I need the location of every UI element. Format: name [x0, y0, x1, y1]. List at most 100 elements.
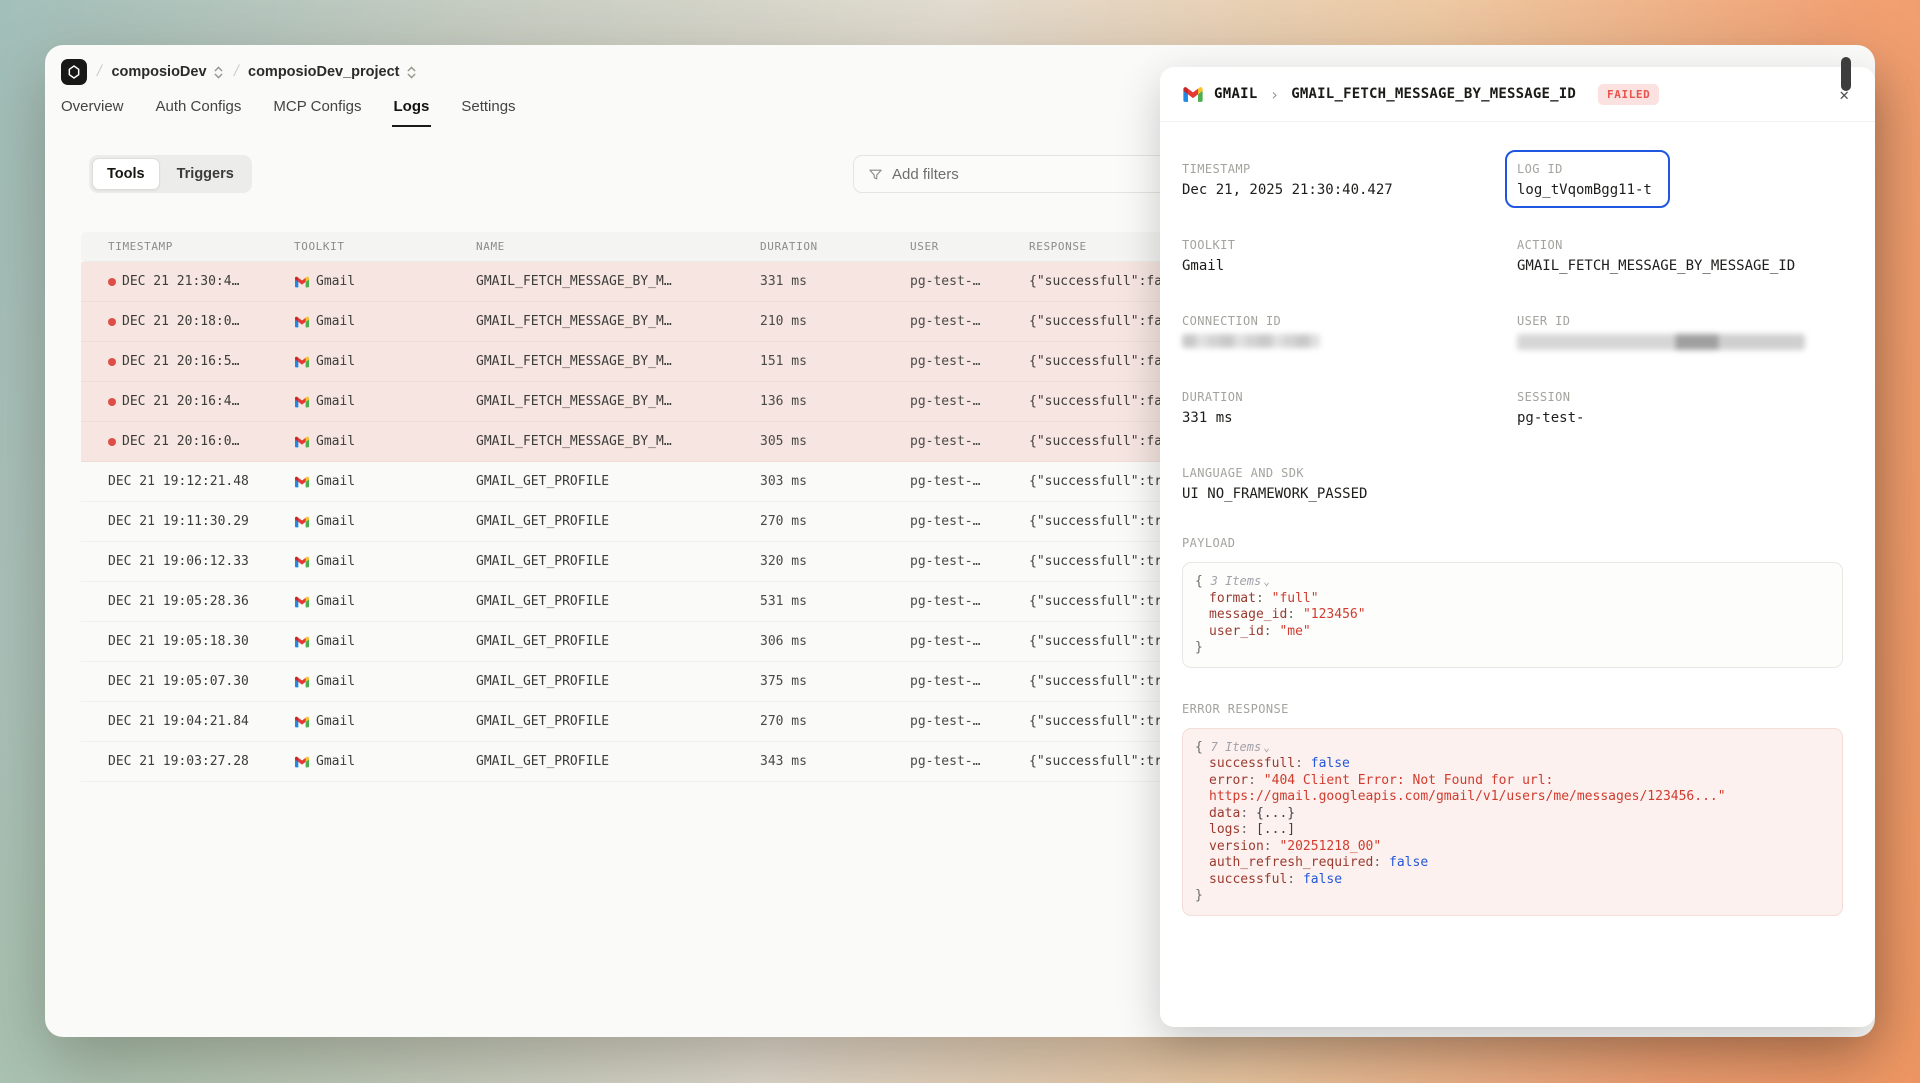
cell-timestamp: DEC 21 20:18:0…	[108, 314, 294, 329]
cell-toolkit: Gmail	[294, 714, 476, 729]
cell-name: GMAIL_GET_PROFILE	[476, 714, 760, 729]
composio-logo[interactable]	[61, 59, 87, 85]
field-value: UI NO_FRAMEWORK_PASSED	[1182, 486, 1843, 502]
cell-duration: 305 ms	[760, 434, 910, 449]
error-response-json-viewer: { 7 Items⌄successfull: falseerror: "404 …	[1182, 728, 1843, 916]
log-id-wrap: LOG ID log_tVqomBgg11-t	[1517, 162, 1652, 198]
field-value: GMAIL_FETCH_MESSAGE_BY_MESSAGE_ID	[1517, 258, 1843, 274]
gmail-icon	[294, 476, 310, 488]
tab-auth-configs[interactable]: Auth Configs	[154, 98, 244, 127]
panel-body: TIMESTAMP Dec 21, 2025 21:30:40.427 LOG …	[1160, 122, 1875, 936]
cell-user: pg-test-…	[910, 714, 1029, 729]
tab-settings[interactable]: Settings	[459, 98, 517, 127]
cell-name: GMAIL_GET_PROFILE	[476, 674, 760, 689]
cell-user: pg-test-…	[910, 554, 1029, 569]
cell-toolkit: Gmail	[294, 554, 476, 569]
column-header-user: USER	[910, 240, 1029, 253]
error-response-label: ERROR RESPONSE	[1182, 702, 1843, 716]
field-value: 331 ms	[1182, 410, 1517, 426]
cell-duration: 306 ms	[760, 634, 910, 649]
field-label: SESSION	[1517, 390, 1843, 404]
tab-logs[interactable]: Logs	[392, 98, 432, 127]
cell-name: GMAIL_GET_PROFILE	[476, 474, 760, 489]
log-detail-fields: TIMESTAMP Dec 21, 2025 21:30:40.427 LOG …	[1182, 122, 1843, 502]
collapse-icon[interactable]: ⌄	[1263, 741, 1270, 754]
cell-duration: 343 ms	[760, 754, 910, 769]
json-entry: version: "20251218_00"	[1195, 839, 1830, 856]
gmail-icon	[1182, 86, 1204, 103]
cell-duration: 375 ms	[760, 674, 910, 689]
log-id-highlight-ring	[1505, 150, 1670, 208]
cell-user: pg-test-…	[910, 274, 1029, 289]
breadcrumb-project[interactable]: composioDev_project	[248, 64, 417, 80]
payload-json-viewer: { 3 Items⌄format: "full"message_id: "123…	[1182, 562, 1843, 668]
error-dot-icon	[108, 318, 116, 326]
cell-duration: 270 ms	[760, 714, 910, 729]
field-connection-id: CONNECTION ID	[1182, 314, 1517, 350]
field-language-sdk: LANGUAGE AND SDK UI NO_FRAMEWORK_PASSED	[1182, 466, 1843, 502]
org-switcher-icon[interactable]	[213, 65, 224, 80]
gmail-icon	[294, 516, 310, 528]
project-switcher-icon[interactable]	[406, 65, 417, 80]
gmail-icon	[294, 676, 310, 688]
cell-user: pg-test-…	[910, 754, 1029, 769]
toggle-tools[interactable]: Tools	[92, 158, 160, 190]
gmail-icon	[294, 276, 310, 288]
payload-section: PAYLOAD { 3 Items⌄format: "full"message_…	[1182, 536, 1843, 668]
project-name: composioDev_project	[248, 64, 400, 80]
cell-duration: 303 ms	[760, 474, 910, 489]
field-user-id: USER ID	[1517, 314, 1843, 350]
tab-overview[interactable]: Overview	[59, 98, 126, 127]
gmail-icon	[294, 596, 310, 608]
cell-toolkit: Gmail	[294, 634, 476, 649]
field-action: ACTION GMAIL_FETCH_MESSAGE_BY_MESSAGE_ID	[1517, 238, 1843, 274]
breadcrumb-org[interactable]: composioDev	[111, 64, 223, 80]
field-label: TOOLKIT	[1182, 238, 1517, 252]
cell-timestamp: DEC 21 21:30:4…	[108, 274, 294, 289]
cell-timestamp: DEC 21 19:12:21.48	[108, 474, 294, 489]
items-count-badge: 7 Items	[1211, 740, 1262, 754]
field-value: Gmail	[1182, 258, 1517, 274]
cell-user: pg-test-…	[910, 634, 1029, 649]
items-count-badge: 3 Items	[1211, 574, 1262, 588]
panel-toolkit-name: GMAIL	[1214, 86, 1258, 102]
cell-user: pg-test-…	[910, 314, 1029, 329]
gmail-icon	[294, 556, 310, 568]
cell-timestamp: DEC 21 19:04:21.84	[108, 714, 294, 729]
cell-duration: 210 ms	[760, 314, 910, 329]
cell-toolkit: Gmail	[294, 354, 476, 369]
add-filters-label: Add filters	[892, 166, 959, 183]
cell-timestamp: DEC 21 19:06:12.33	[108, 554, 294, 569]
cell-duration: 151 ms	[760, 354, 910, 369]
cell-toolkit: Gmail	[294, 394, 476, 409]
json-entry: auth_refresh_required: false	[1195, 855, 1830, 872]
collapse-icon[interactable]: ⌄	[1263, 575, 1270, 588]
cell-name: GMAIL_FETCH_MESSAGE_BY_M…	[476, 394, 760, 409]
column-header-toolkit: TOOLKIT	[294, 240, 476, 253]
cell-name: GMAIL_GET_PROFILE	[476, 554, 760, 569]
field-value: pg-test-	[1517, 410, 1843, 426]
cell-toolkit: Gmail	[294, 314, 476, 329]
cell-duration: 531 ms	[760, 594, 910, 609]
redacted-connection-id	[1182, 334, 1320, 348]
panel-action-name: GMAIL_FETCH_MESSAGE_BY_MESSAGE_ID	[1291, 86, 1576, 102]
json-entry: successfull: false	[1195, 756, 1830, 773]
cell-user: pg-test-…	[910, 434, 1029, 449]
cell-user: pg-test-…	[910, 394, 1029, 409]
tab-mcp-configs[interactable]: MCP Configs	[271, 98, 363, 127]
cell-name: GMAIL_GET_PROFILE	[476, 514, 760, 529]
breadcrumb-separator: /	[95, 63, 103, 81]
gmail-icon	[294, 396, 310, 408]
redacted-user-id	[1517, 334, 1805, 350]
topbar: / composioDev / composioDev_project	[61, 54, 417, 90]
field-value: log_tVqomBgg11-t	[1517, 182, 1652, 198]
cell-duration: 136 ms	[760, 394, 910, 409]
scrollbar-thumb[interactable]	[1841, 57, 1851, 91]
cell-toolkit: Gmail	[294, 274, 476, 289]
json-entry: user_id: "me"	[1195, 624, 1830, 641]
cell-user: pg-test-…	[910, 674, 1029, 689]
column-header-timestamp: TIMESTAMP	[108, 240, 294, 253]
toggle-triggers[interactable]: Triggers	[162, 158, 249, 190]
field-session: SESSION pg-test-	[1517, 390, 1843, 426]
cell-name: GMAIL_FETCH_MESSAGE_BY_M…	[476, 434, 760, 449]
